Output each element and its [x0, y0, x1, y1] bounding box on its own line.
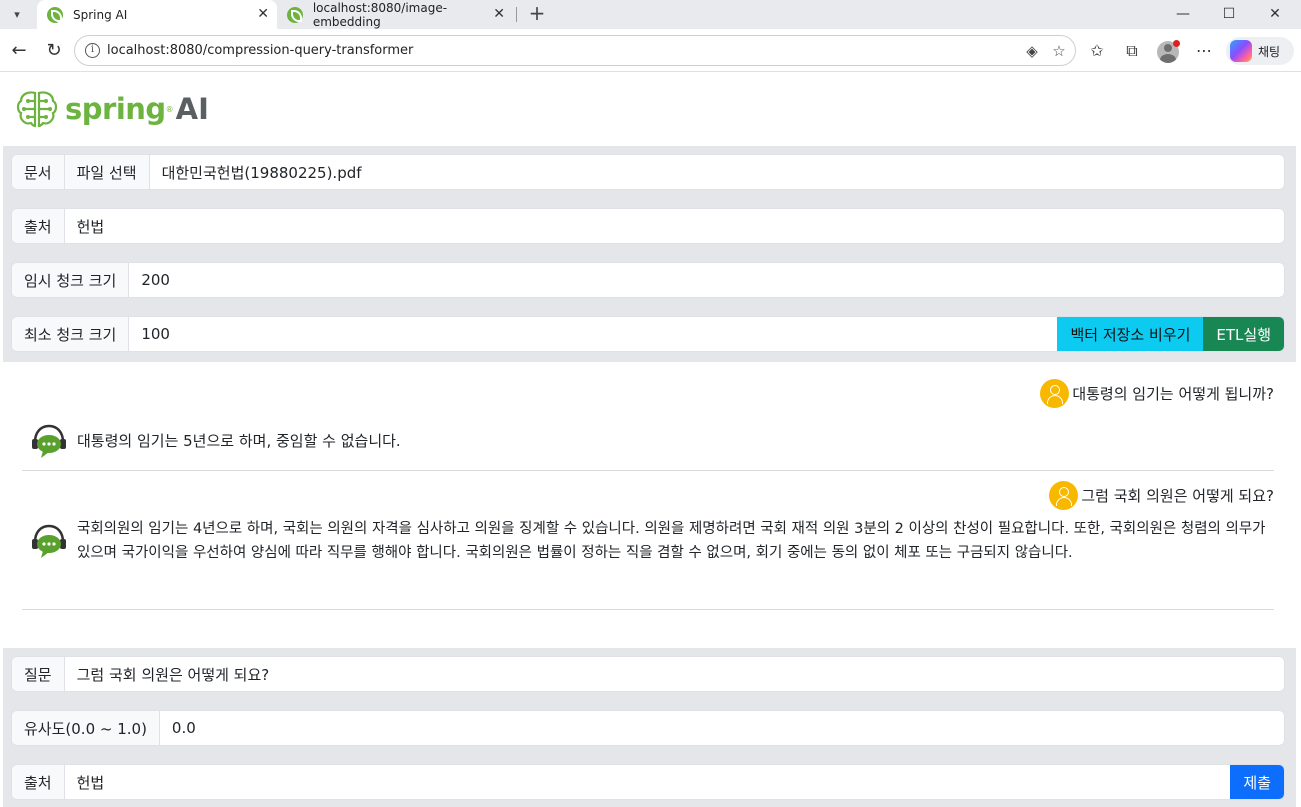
source-input[interactable]: 헌법: [65, 209, 1284, 243]
document-row: 문서 파일 선택 대한민국헌법(19880225).pdf: [11, 154, 1285, 190]
header: spring ® AI: [3, 73, 1296, 146]
chunk-size-input[interactable]: 200: [129, 263, 1284, 297]
question-input[interactable]: 그럼 국회 의원은 어떻게 되요?: [65, 657, 1284, 691]
extensions-icon[interactable]: ⧉: [1121, 40, 1143, 62]
document-label: 문서: [12, 155, 65, 189]
spring-favicon-icon: [47, 6, 63, 23]
user-message: 대통령의 임기는 어떻게 됩니까?: [1040, 379, 1274, 408]
registered-mark: ®: [165, 104, 174, 114]
favorite-star-icon[interactable]: ☆: [1050, 42, 1068, 60]
new-tab-icon[interactable]: +: [526, 3, 548, 25]
url-text: localhost:8080/compression-query-transfo…: [107, 43, 414, 58]
tab-separator: [516, 7, 517, 22]
query-source-label: 출처: [12, 765, 65, 799]
close-tab-icon[interactable]: ✕: [493, 6, 505, 22]
browser-address-bar: ← ↻ i localhost:8080/compression-query-t…: [0, 29, 1301, 72]
file-select-button[interactable]: 파일 선택: [64, 155, 150, 189]
tab-list-chevron-icon[interactable]: ▾: [6, 4, 28, 24]
question-label: 질문: [12, 657, 65, 691]
query-source-row: 출처 헌법 제출: [11, 764, 1285, 800]
chunk-size-label: 임시 청크 크기: [12, 263, 130, 297]
query-source-input[interactable]: 헌법: [65, 765, 1231, 799]
url-input[interactable]: i localhost:8080/compression-query-trans…: [74, 35, 1076, 66]
submit-button[interactable]: 제출: [1230, 765, 1284, 799]
bot-message: 국회의원의 임기는 4년으로 하며, 국회는 의원의 자격을 심사하고 의원을 …: [29, 517, 1274, 565]
copilot-icon: [1230, 40, 1252, 62]
headset-chat-bot-icon: [32, 424, 66, 458]
back-icon[interactable]: ←: [8, 40, 30, 62]
reload-icon[interactable]: ↻: [43, 40, 65, 62]
min-chunk-row: 최소 청크 크기 100 백터 저장소 비우기 ETL실행: [11, 316, 1285, 352]
clear-vector-store-button[interactable]: 백터 저장소 비우기: [1057, 317, 1204, 351]
similarity-row: 유사도(0.0 ~ 1.0) 0.0: [11, 710, 1285, 746]
copilot-chat-button[interactable]: 채팅: [1226, 37, 1294, 65]
run-etl-button[interactable]: ETL실행: [1203, 317, 1284, 351]
tab-title: Spring AI: [73, 7, 128, 22]
brain-circuit-icon: [16, 91, 58, 128]
profile-notification-dot: [1173, 40, 1180, 47]
headset-chat-bot-icon: [32, 524, 66, 558]
spring-ai-logo: spring ® AI: [15, 89, 209, 129]
maximize-icon[interactable]: ☐: [1219, 4, 1239, 24]
min-chunk-label: 최소 청크 크기: [12, 317, 130, 351]
source-label: 출처: [12, 209, 65, 243]
translate-icon[interactable]: ◈: [1023, 42, 1041, 60]
bot-message: 대통령의 임기는 5년으로 하며, 중임할 수 없습니다.: [29, 422, 1274, 460]
favorites-icon[interactable]: ✩: [1086, 40, 1108, 62]
page: spring ® AI 문서 파일 선택 대한민국헌법(19880225).pd…: [3, 73, 1296, 807]
bot-answer: 대통령의 임기는 5년으로 하며, 중임할 수 없습니다.: [77, 432, 401, 450]
chunk-size-row: 임시 청크 크기 200: [11, 262, 1285, 298]
message-divider: [22, 609, 1274, 610]
tab-title: localhost:8080/image-embedding: [312, 0, 448, 29]
tab-image-embedding[interactable]: localhost:8080/image-embedding ✕: [277, 0, 513, 29]
user-question: 그럼 국회 의원은 어떻게 되요?: [1081, 487, 1274, 505]
similarity-input[interactable]: 0.0: [160, 711, 1284, 745]
user-avatar-icon: [1049, 481, 1079, 510]
source-row: 출처 헌법: [11, 208, 1285, 244]
site-info-icon[interactable]: i: [85, 43, 100, 58]
user-avatar-icon: [1040, 379, 1070, 408]
close-window-icon[interactable]: ✕: [1265, 4, 1285, 24]
copilot-label: 채팅: [1258, 44, 1281, 59]
question-row: 질문 그럼 국회 의원은 어떻게 되요?: [11, 656, 1285, 692]
close-tab-icon[interactable]: ✕: [257, 6, 269, 22]
brand-name: spring: [65, 92, 166, 126]
file-name: 대한민국헌법(19880225).pdf: [161, 163, 362, 182]
tab-spring-ai[interactable]: Spring AI ✕: [37, 0, 277, 29]
chat-area: 대통령의 임기는 어떻게 됩니까? 대통령의 임기는 5년으로 하며, 중임할 …: [3, 362, 1296, 648]
user-question: 대통령의 임기는 어떻게 됩니까?: [1072, 385, 1274, 403]
more-options-icon[interactable]: ⋯: [1193, 40, 1215, 62]
minimize-icon[interactable]: —: [1173, 4, 1193, 24]
message-divider: [22, 470, 1274, 471]
user-message: 그럼 국회 의원은 어떻게 되요?: [1049, 481, 1274, 510]
spring-favicon-icon: [287, 6, 303, 23]
brand-suffix: AI: [175, 92, 209, 126]
bot-answer: 국회의원의 임기는 4년으로 하며, 국회는 의원의 자격을 심사하고 의원을 …: [77, 521, 1266, 561]
min-chunk-input[interactable]: 100: [129, 317, 1057, 351]
similarity-label: 유사도(0.0 ~ 1.0): [12, 711, 160, 745]
browser-tab-bar: ▾ Spring AI ✕ localhost:8080/image-embed…: [0, 0, 1301, 29]
